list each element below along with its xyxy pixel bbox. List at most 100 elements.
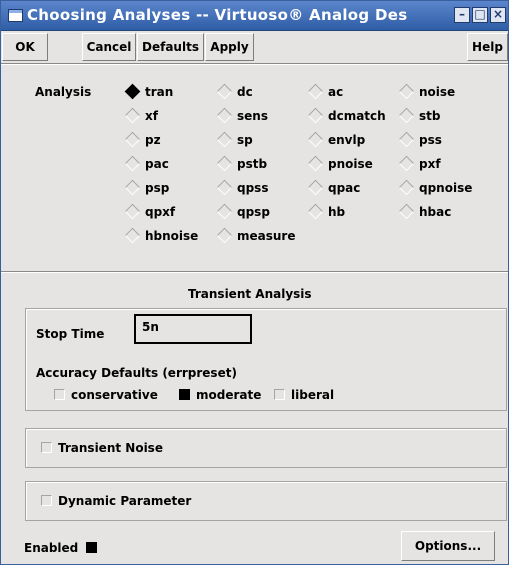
analysis-option-pz[interactable]: pz (124, 131, 161, 148)
analysis-option-label: pac (145, 157, 169, 171)
cancel-button[interactable]: Cancel (82, 33, 136, 61)
analysis-label: Analysis (35, 85, 92, 99)
radio-diamond-icon[interactable] (124, 107, 141, 124)
analysis-option-label: qpxf (145, 205, 176, 219)
analysis-option-label: qpnoise (419, 181, 473, 195)
accuracy-liberal-checkbox[interactable] (274, 389, 285, 400)
radio-diamond-icon[interactable] (216, 83, 233, 100)
radio-diamond-icon[interactable] (398, 155, 415, 172)
analysis-option-hb[interactable]: hb (307, 203, 346, 220)
analysis-option-pac[interactable]: pac (124, 155, 169, 172)
analysis-option-label: pss (419, 133, 442, 147)
analysis-option-label: pnoise (328, 157, 373, 171)
radio-diamond-icon[interactable] (124, 155, 141, 172)
radio-diamond-icon[interactable] (307, 107, 324, 124)
analysis-option-label: pz (145, 133, 161, 147)
accuracy-conservative-checkbox[interactable] (54, 389, 65, 400)
apply-button[interactable]: Apply (205, 33, 254, 61)
toolbar-divider (1, 63, 508, 65)
analysis-option-ac[interactable]: ac (307, 83, 343, 100)
analysis-option-label: pxf (419, 157, 441, 171)
analysis-option-noise[interactable]: noise (398, 83, 456, 100)
analysis-option-qpss[interactable]: qpss (216, 179, 269, 196)
analysis-option-pnoise[interactable]: pnoise (307, 155, 373, 172)
dynamic-parameter-checkbox[interactable] (41, 495, 52, 506)
analysis-option-sens[interactable]: sens (216, 107, 268, 124)
accuracy-defaults-label: Accuracy Defaults (errpreset) (36, 366, 237, 380)
stop-time-field[interactable]: 5n (134, 314, 252, 344)
radio-diamond-icon[interactable] (124, 83, 141, 100)
radio-diamond-icon[interactable] (398, 179, 415, 196)
radio-diamond-icon[interactable] (124, 227, 141, 244)
analysis-option-dc[interactable]: dc (216, 83, 253, 100)
analysis-option-label: qpac (328, 181, 361, 195)
minimize-button[interactable]: – (454, 7, 470, 23)
window-menu-icon[interactable] (8, 9, 23, 22)
help-button[interactable]: Help (467, 33, 508, 61)
analysis-option-hbac[interactable]: hbac (398, 203, 452, 220)
accuracy-moderate-option[interactable]: moderate (179, 388, 261, 402)
options-button[interactable]: Options... (401, 531, 495, 561)
enabled-option[interactable]: Enabled (24, 541, 103, 555)
analysis-option-dcmatch[interactable]: dcmatch (307, 107, 386, 124)
analysis-option-pxf[interactable]: pxf (398, 155, 441, 172)
analysis-option-pstb[interactable]: pstb (216, 155, 268, 172)
analysis-option-label: hbac (419, 205, 452, 219)
analysis-option-qpac[interactable]: qpac (307, 179, 361, 196)
enabled-label: Enabled (24, 541, 79, 555)
radio-diamond-icon[interactable] (216, 203, 233, 220)
analysis-option-qpnoise[interactable]: qpnoise (398, 179, 473, 196)
radio-diamond-icon[interactable] (398, 83, 415, 100)
radio-diamond-icon[interactable] (398, 203, 415, 220)
transient-noise-option[interactable]: Transient Noise (41, 441, 163, 455)
radio-diamond-icon[interactable] (307, 131, 324, 148)
transient-noise-checkbox[interactable] (41, 442, 52, 453)
analysis-option-label: pstb (237, 157, 268, 171)
radio-diamond-icon[interactable] (398, 131, 415, 148)
analysis-option-label: psp (145, 181, 170, 195)
accuracy-liberal-option[interactable]: liberal (274, 388, 334, 402)
analysis-option-psp[interactable]: psp (124, 179, 170, 196)
radio-diamond-icon[interactable] (307, 83, 324, 100)
analysis-option-hbnoise[interactable]: hbnoise (124, 227, 199, 244)
defaults-button[interactable]: Defaults (137, 33, 204, 61)
radio-diamond-icon[interactable] (307, 203, 324, 220)
radio-diamond-icon[interactable] (124, 203, 141, 220)
analysis-option-qpxf[interactable]: qpxf (124, 203, 176, 220)
radio-diamond-icon[interactable] (307, 155, 324, 172)
radio-diamond-icon[interactable] (124, 131, 141, 148)
accuracy-conservative-label: conservative (71, 388, 158, 402)
radio-diamond-icon[interactable] (216, 107, 233, 124)
analysis-option-label: qpss (237, 181, 269, 195)
radio-diamond-icon[interactable] (124, 179, 141, 196)
radio-diamond-icon[interactable] (216, 155, 233, 172)
accuracy-moderate-checkbox[interactable] (179, 389, 190, 400)
analysis-option-sp[interactable]: sp (216, 131, 253, 148)
transient-analysis-heading: Transient Analysis (188, 287, 312, 301)
analysis-option-measure[interactable]: measure (216, 227, 296, 244)
analysis-option-tran[interactable]: tran (124, 83, 173, 100)
analysis-option-label: measure (237, 229, 296, 243)
enabled-checkbox[interactable] (86, 542, 98, 553)
analysis-option-stb[interactable]: stb (398, 107, 440, 124)
analysis-option-label: noise (419, 85, 456, 99)
analysis-option-pss[interactable]: pss (398, 131, 442, 148)
accuracy-moderate-label: moderate (196, 388, 262, 402)
analysis-option-envlp[interactable]: envlp (307, 131, 365, 148)
radio-diamond-icon[interactable] (398, 107, 415, 124)
analysis-option-label: hbnoise (145, 229, 199, 243)
accuracy-conservative-option[interactable]: conservative (54, 388, 158, 402)
analysis-option-label: hb (328, 205, 346, 219)
radio-diamond-icon[interactable] (307, 179, 324, 196)
ok-button[interactable]: OK (2, 33, 48, 61)
radio-diamond-icon[interactable] (216, 179, 233, 196)
maximize-button[interactable]: □ (472, 7, 488, 23)
title-bar[interactable]: Choosing Analyses -- Virtuoso® Analog De… (1, 1, 508, 31)
radio-diamond-icon[interactable] (216, 131, 233, 148)
radio-diamond-icon[interactable] (216, 227, 233, 244)
close-button[interactable]: × (490, 7, 506, 23)
analysis-option-xf[interactable]: xf (124, 107, 158, 124)
analysis-option-qpsp[interactable]: qpsp (216, 203, 270, 220)
analysis-option-label: dc (237, 85, 253, 99)
dynamic-parameter-option[interactable]: Dynamic Parameter (41, 494, 191, 508)
